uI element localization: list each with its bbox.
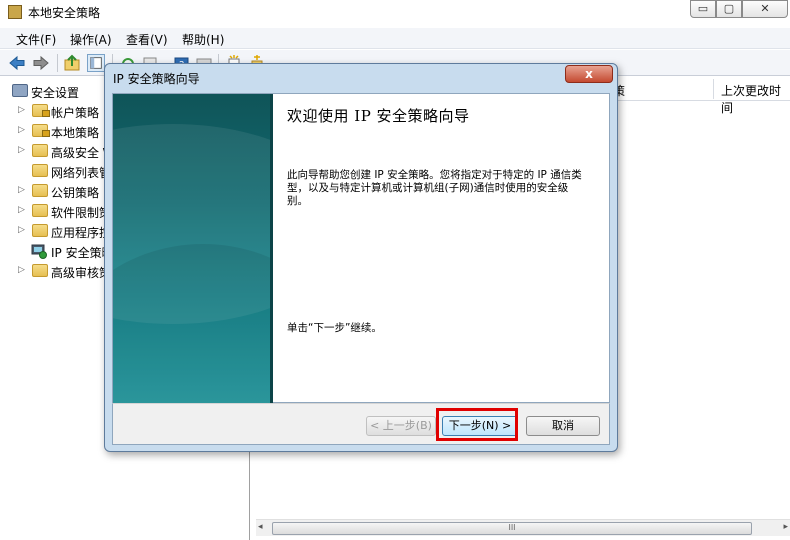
expand-arrow-icon[interactable]: ▷ [18,145,25,155]
expand-arrow-icon[interactable]: ▷ [18,205,25,215]
folder-icon [32,264,48,277]
tree-item-label: 软件限制策 [51,206,112,220]
scroll-right-icon[interactable]: ▸ [783,522,788,532]
tree-item-label: 公钥策略 [51,186,100,200]
folder-icon [32,204,48,217]
expand-arrow-icon[interactable]: ▷ [18,125,25,135]
horizontal-scrollbar[interactable]: ◂ III ▸ [256,519,790,536]
column-header-last-modified[interactable]: 上次更改时间 [721,82,790,116]
dialog-description: 此向导帮助您创建 IP 安全策略。您将指定对于特定的 IP 通信类型，以及与特定… [287,169,582,207]
cancel-button[interactable]: 取消 [526,416,600,436]
wizard-banner-image [113,94,273,404]
up-folder-icon[interactable] [63,54,81,72]
close-button[interactable]: ✕ [742,0,788,18]
scroll-thumb[interactable]: III [272,522,752,535]
ip-security-icon [31,244,47,259]
expand-arrow-icon[interactable]: ▷ [18,185,25,195]
minimize-button[interactable]: ▭ [690,0,716,18]
menu-action[interactable]: 操作(A) [70,31,112,48]
back-button[interactable]: < 上一步(B) [366,416,436,436]
window-title: 本地安全策略 [28,6,101,20]
scroll-left-icon[interactable]: ◂ [258,522,263,532]
forward-arrow-icon[interactable] [32,54,50,72]
menu-view[interactable]: 查看(V) [126,31,168,48]
tree-item-label: 帐户策略 [51,106,100,120]
expand-arrow-icon[interactable]: ▷ [18,265,25,275]
security-settings-icon [12,84,28,97]
folder-icon [32,224,48,237]
dialog-title: IP 安全策略向导 [113,72,200,86]
folder-icon [32,144,48,157]
app-icon [8,5,22,19]
menu-file[interactable]: 文件(F) [16,31,56,48]
tree-root-label: 安全设置 [31,86,80,100]
folder-icon [32,184,48,197]
back-arrow-icon[interactable] [8,54,26,72]
column-divider[interactable] [713,79,714,99]
dialog-hint: 单击“下一步”继续。 [287,322,382,334]
dialog-heading: 欢迎使用 IP 安全策略向导 [287,107,470,125]
expand-arrow-icon[interactable]: ▷ [18,105,25,115]
tree-item-label: 高级安全 \ [51,146,107,160]
dialog-body: 欢迎使用 IP 安全策略向导 此向导帮助您创建 IP 安全策略。您将指定对于特定… [112,93,610,404]
maximize-button[interactable]: ▢ [716,0,742,18]
dialog-footer: < 上一步(B) 下一步(N) > 取消 [112,403,610,445]
tree-item-label: 网络列表管 [51,166,112,180]
window-titlebar: 本地安全策略 ▭ ▢ ✕ [0,0,790,24]
expand-arrow-icon[interactable]: ▷ [18,225,25,235]
banner-edge [270,94,273,404]
lock-icon [42,130,50,137]
menu-help[interactable]: 帮助(H) [182,31,224,48]
toolbar-separator [57,54,58,72]
tree-item-label: 高级审核策 [51,266,112,280]
dialog-close-button[interactable]: x [565,65,613,83]
tree-item-label: 本地策略 [51,126,100,140]
banner-curve [113,244,273,404]
ip-security-wizard-dialog: IP 安全策略向导 x 欢迎使用 IP 安全策略向导 此向导帮助您创建 IP 安… [104,63,618,452]
folder-icon [32,164,48,177]
show-hide-tree-icon[interactable] [87,54,105,72]
next-button-highlight [436,408,518,441]
lock-icon [42,110,50,117]
tree-item-label: 应用程序控 [51,226,112,240]
menubar: 文件(F) 操作(A) 查看(V) 帮助(H) [0,28,790,49]
